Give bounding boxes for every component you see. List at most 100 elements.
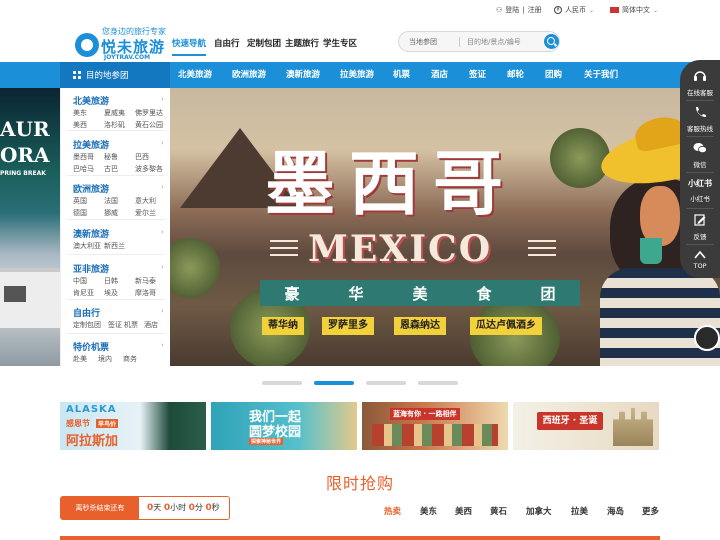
nav-north-america[interactable]: 北美旅游	[178, 62, 212, 88]
dest-group-title[interactable]: 自由行	[73, 306, 100, 319]
dest-city[interactable]: 日韩	[104, 276, 118, 286]
back-to-top-button[interactable]: TOP	[680, 246, 720, 276]
dest-city[interactable]: 签证	[108, 320, 122, 330]
search-icon[interactable]	[544, 34, 559, 49]
online-service-button[interactable]: 在线客服	[680, 66, 720, 98]
flash-tab-latin-america[interactable]: 拉美	[571, 505, 588, 517]
destinations-menu-button[interactable]: 目的地参团	[60, 62, 170, 88]
flash-tab-islands[interactable]: 海岛	[607, 505, 624, 517]
dest-city[interactable]: 赴美	[73, 354, 87, 364]
quicknav-student[interactable]: 学生专区	[323, 37, 357, 49]
nav-oceania[interactable]: 澳新旅游	[286, 62, 320, 88]
dest-group-title[interactable]: 拉美旅游	[73, 138, 109, 151]
flash-tab-yellowstone[interactable]: 黄石	[490, 505, 507, 517]
quicknav-free-travel[interactable]: 自由行	[214, 37, 240, 49]
dest-group-title[interactable]: 北美旅游	[73, 94, 109, 107]
dest-city[interactable]: 意大利	[135, 196, 156, 206]
dest-city[interactable]: 埃及	[104, 288, 118, 298]
dest-city[interactable]: 澳大利亚	[73, 241, 101, 251]
dest-city[interactable]: 美东	[73, 108, 87, 118]
hero-slide-mexico[interactable]: 墨西哥 MEXICO 豪 华 美 食 团 蒂华纳 罗萨里多 恩森纳达 瓜达卢佩酒…	[160, 88, 720, 366]
float-label: 小红书	[690, 195, 710, 203]
language-selector[interactable]: 简体中文 ⌄	[610, 5, 658, 15]
dest-city[interactable]: 英国	[73, 196, 87, 206]
dest-city[interactable]: 黄石公园	[135, 120, 163, 130]
xiaohongshu-button[interactable]: 小红书 小红书	[680, 174, 720, 206]
dest-city[interactable]: 肯尼亚	[73, 288, 94, 298]
dest-city[interactable]: 新马泰	[135, 276, 156, 286]
dest-city[interactable]: 古巴	[104, 164, 118, 174]
dest-group-title[interactable]: 澳新旅游	[73, 227, 109, 240]
customer-service-avatar[interactable]	[694, 325, 720, 351]
promo-banner-alaska[interactable]: ALASKA 感恩节 早鸟价 阿拉斯加	[60, 402, 206, 450]
search-input[interactable]	[467, 35, 539, 49]
dest-group-title[interactable]: 特价机票	[73, 340, 109, 353]
dest-city[interactable]: 夏威夷	[104, 108, 125, 118]
rv-image	[0, 268, 60, 328]
divider	[686, 100, 714, 101]
flash-tab-hot[interactable]: 热卖	[384, 505, 401, 517]
dest-city[interactable]: 法国	[104, 196, 118, 206]
dest-city[interactable]: 洛杉矶	[104, 120, 125, 130]
nav-hotels[interactable]: 酒店	[431, 62, 448, 88]
quicknav-theme-travel[interactable]: 主题旅行	[285, 37, 319, 49]
register-link[interactable]: 注册	[528, 5, 542, 15]
promo-banner-sea[interactable]: 蓝海有你 · 一路相伴	[362, 402, 508, 450]
dest-city[interactable]: 境内	[98, 354, 112, 364]
login-link[interactable]: 登陆	[505, 5, 519, 15]
quicknav-custom-group[interactable]: 定制包团	[247, 37, 281, 49]
hotline-button[interactable]: 客服热线	[680, 102, 720, 134]
dest-city[interactable]: 酒店	[144, 320, 158, 330]
dest-city[interactable]: 墨西哥	[73, 152, 94, 162]
dest-city[interactable]: 爱尔兰	[135, 208, 156, 218]
carousel-dot-active[interactable]	[314, 381, 354, 385]
quicknav-quick[interactable]: 快速导航	[172, 37, 206, 49]
wechat-button[interactable]: 微信	[680, 138, 720, 170]
dest-city[interactable]: 商务	[123, 354, 137, 364]
chevron-right-icon: ›	[161, 341, 164, 349]
dest-city[interactable]: 挪威	[104, 208, 118, 218]
dest-city[interactable]: 秘鲁	[104, 152, 118, 162]
dest-city[interactable]: 中国	[73, 276, 87, 286]
logo-icon[interactable]	[75, 33, 99, 57]
dest-city[interactable]: 波多黎各	[135, 164, 163, 174]
nav-visa[interactable]: 签证	[469, 62, 486, 88]
dest-city[interactable]: 美西	[73, 120, 87, 130]
nav-flights[interactable]: 机票	[393, 62, 410, 88]
dest-city[interactable]: 摩洛哥	[135, 288, 156, 298]
wechat-icon	[693, 143, 707, 154]
dest-city[interactable]: 机票	[124, 320, 138, 330]
dest-city[interactable]: 德国	[73, 208, 87, 218]
currency-selector[interactable]: ¥ 人民币 ⌄	[554, 5, 594, 15]
dest-city[interactable]: 新西兰	[104, 241, 125, 251]
floating-service-bar: 在线客服 客服热线 微信 小红书 小红书 反馈 TOP	[680, 60, 720, 278]
feedback-button[interactable]: 反馈	[680, 210, 720, 242]
carousel-dot[interactable]	[366, 381, 406, 385]
search-location-dropdown[interactable]: 当地参团	[409, 37, 437, 47]
promo-banner-campus[interactable]: 我们一起 圆梦校园 探索神秘世界	[211, 402, 357, 450]
carousel-dot[interactable]	[418, 381, 458, 385]
nav-cruise[interactable]: 邮轮	[507, 62, 524, 88]
hero-title: 墨西哥	[265, 142, 517, 225]
nav-europe[interactable]: 欧洲旅游	[232, 62, 266, 88]
dest-city[interactable]: 巴西	[135, 152, 149, 162]
previous-slide-preview[interactable]: AUR ORA PRING BREAK	[0, 88, 60, 366]
flash-tab-canada[interactable]: 加拿大	[526, 505, 552, 517]
aurora-title: AUR ORA	[0, 117, 50, 167]
nav-latin-america[interactable]: 拉美旅游	[340, 62, 374, 88]
chevron-down-icon: ⌄	[653, 6, 659, 14]
dest-group-title[interactable]: 亚非旅游	[73, 262, 109, 275]
promo-banner-spain[interactable]: 西班牙 · 圣诞	[513, 402, 659, 450]
flash-tab-us-east[interactable]: 美东	[420, 505, 437, 517]
countdown-values: 0天 0小时 0分 0秒	[147, 503, 220, 513]
carousel-dot[interactable]	[262, 381, 302, 385]
dest-group-title[interactable]: 欧洲旅游	[73, 182, 109, 195]
dest-city[interactable]: 定制包团	[73, 320, 101, 330]
flash-tab-more[interactable]: 更多	[642, 505, 659, 517]
nav-about[interactable]: 关于我们	[584, 62, 618, 88]
dest-city[interactable]: 佛罗里达	[135, 108, 163, 118]
nav-group-buy[interactable]: 团购	[545, 62, 562, 88]
flash-tab-us-west[interactable]: 美西	[455, 505, 472, 517]
dest-city[interactable]: 巴哈马	[73, 164, 94, 174]
divider	[67, 333, 165, 334]
